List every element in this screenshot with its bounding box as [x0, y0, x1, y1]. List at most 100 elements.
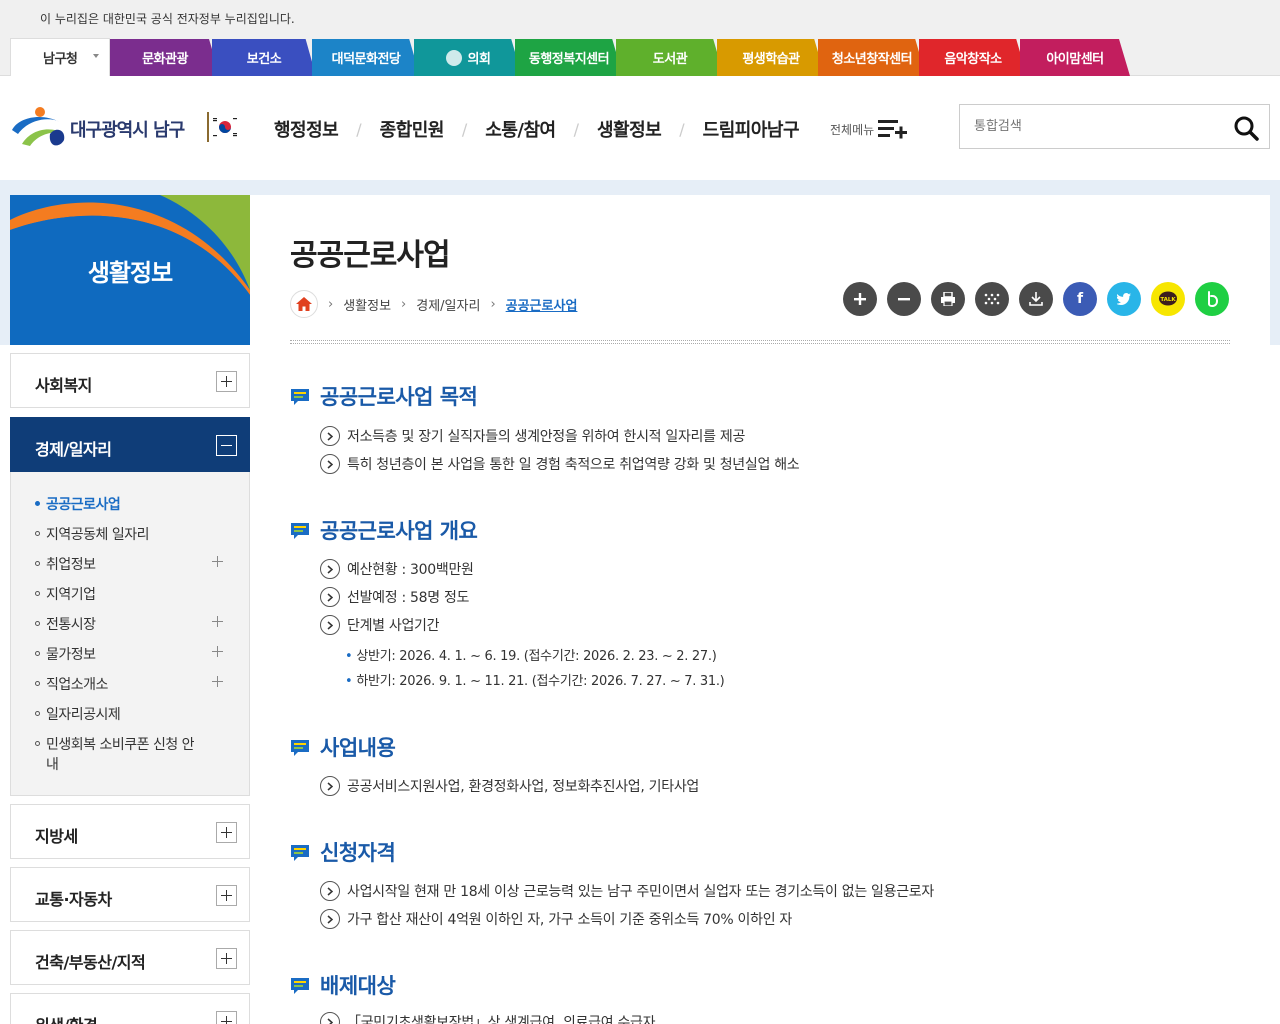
submenu-local-companies[interactable]: 지역기업: [35, 584, 96, 604]
chevron-right-icon: ›: [328, 296, 334, 312]
breadcrumb-item[interactable]: 생활정보: [343, 295, 391, 314]
logo-text: 대구광역시 남구: [70, 120, 185, 141]
chevron-right-circle-icon: [320, 776, 340, 796]
speech-bubble-icon: [290, 976, 312, 994]
submenu-consumption-coupon-wrap[interactable]: 내: [46, 754, 59, 774]
chevron-right-circle-icon: [320, 615, 340, 635]
breadcrumb-item[interactable]: 경제/일자리: [416, 295, 480, 314]
section-subline: • 상반기: 2026. 4. 1. ~ 6. 19. (접수기간: 2026. …: [345, 649, 717, 664]
logo-mark-icon: [12, 107, 65, 146]
section-line: 예산현황 : 300백만원: [320, 559, 474, 579]
submenu-community-jobs[interactable]: 지역공동체 일자리: [35, 524, 150, 544]
gnb-admin-info[interactable]: 행정정보: [274, 116, 339, 142]
section-heading: 공공근로사업 개요: [290, 515, 478, 545]
lnb-submenu: 공공근로사업 지역공동체 일자리 취업정보 지역기업 전통시장 물가정보 직업소…: [10, 472, 250, 796]
page-title: 공공근로사업: [290, 238, 451, 273]
gnb-dreampia[interactable]: 드림피아남구: [703, 116, 800, 142]
tab-lifelong-learning[interactable]: 평생학습관: [717, 39, 825, 76]
chevron-down-icon: [93, 54, 99, 58]
speech-bubble-icon: [290, 387, 312, 405]
lnb-building[interactable]: 건축/부동산/지적: [10, 930, 250, 985]
submenu-public-works[interactable]: 공공근로사업: [35, 494, 121, 514]
search-icon[interactable]: [1233, 115, 1259, 141]
tab-music-studio[interactable]: 음악창작소: [919, 39, 1027, 76]
lnb-hygiene[interactable]: 위생/환경: [10, 993, 250, 1024]
tab-library[interactable]: 도서관: [616, 39, 724, 76]
section-line: 「국민기초생활보장법」상 생계급여, 의료급여 수급자: [320, 1012, 655, 1024]
tab-imom-center[interactable]: 아이맘센터: [1020, 39, 1130, 76]
section-line: 특히 청년층이 본 사업을 통한 일 경험 축적으로 취업역량 강화 및 청년실…: [320, 454, 800, 474]
section-line: 저소득층 및 장기 실직자들의 생계안정을 위하여 한시적 일자리를 제공: [320, 426, 745, 446]
expand-icon[interactable]: [216, 371, 237, 392]
lnb-social-welfare[interactable]: 사회복지: [10, 353, 250, 408]
chevron-right-icon: ›: [401, 296, 407, 312]
site-tabbar: 남구청 문화관광 보건소 대덕문화전당 의회 동행정복지센터 도서관 평생학습관…: [0, 36, 1280, 76]
submenu-traditional-market[interactable]: 전통시장: [35, 614, 96, 634]
integrated-search: [959, 104, 1270, 149]
expand-icon[interactable]: [216, 822, 237, 843]
tab-community-center[interactable]: 동행정복지센터: [515, 39, 623, 76]
breadcrumb: › 생활정보 › 경제/일자리 › 공공근로사업: [290, 290, 577, 318]
chevron-right-circle-icon: [320, 881, 340, 901]
speech-bubble-icon: [290, 738, 312, 756]
twitter-icon[interactable]: [1107, 282, 1141, 316]
download-icon[interactable]: [1019, 282, 1053, 316]
section-line: 가구 합산 재산이 4억원 이하인 자, 가구 소득이 기준 중위소득 70% …: [320, 909, 792, 929]
gnb-life-info[interactable]: 생활정보: [597, 116, 662, 142]
submenu-job-disclosure[interactable]: 일자리공시제: [35, 704, 121, 724]
facebook-icon[interactable]: f: [1063, 282, 1097, 316]
band-icon[interactable]: [1195, 282, 1229, 316]
page-tools: f TALK: [843, 282, 1239, 316]
tab-youth-center[interactable]: 청소년창작센터: [818, 39, 926, 76]
tab-culture-tour[interactable]: 문화관광: [110, 39, 220, 76]
official-notice: 이 누리집은 대한민국 공식 전자정부 누리집입니다.: [0, 0, 1280, 36]
section-heading: 사업내용: [290, 732, 396, 762]
search-input[interactable]: [960, 105, 1220, 148]
zoom-out-icon[interactable]: [887, 282, 921, 316]
tab-namgu[interactable]: 남구청: [10, 38, 110, 76]
home-icon[interactable]: [290, 290, 318, 318]
expand-icon[interactable]: [216, 948, 237, 969]
qr-code-icon[interactable]: [975, 282, 1009, 316]
expand-icon[interactable]: [212, 676, 223, 687]
chevron-right-circle-icon: [320, 426, 340, 446]
chevron-right-icon: ›: [490, 296, 496, 312]
tab-health-center[interactable]: 보건소: [212, 39, 316, 76]
korea-flag-icon: [207, 112, 240, 142]
divider: [290, 340, 1230, 344]
expand-icon[interactable]: [216, 885, 237, 906]
gnb-civil-service[interactable]: 종합민원: [380, 116, 445, 142]
emblem-icon: [445, 49, 462, 66]
section-line: 공공서비스지원사업, 환경정화사업, 정보화추진사업, 기타사업: [320, 776, 699, 796]
site-logo[interactable]: 대구광역시 남구: [10, 104, 240, 150]
speech-bubble-icon: [290, 843, 312, 861]
submenu-job-info[interactable]: 취업정보: [35, 554, 96, 574]
submenu-price-info[interactable]: 물가정보: [35, 644, 96, 664]
all-menu-button[interactable]: 전체메뉴: [830, 118, 908, 140]
breadcrumb-current[interactable]: 공공근로사업: [506, 295, 578, 314]
gnb-communication[interactable]: 소통/참여: [485, 116, 556, 142]
expand-icon[interactable]: [212, 616, 223, 627]
zoom-in-icon[interactable]: [843, 282, 877, 316]
lnb-economy-jobs[interactable]: 경제/일자리: [10, 417, 250, 472]
menu-plus-icon: [878, 120, 908, 139]
lnb-traffic[interactable]: 교통·자동차: [10, 867, 250, 922]
expand-icon[interactable]: [216, 1011, 237, 1024]
lnb-title: 생활정보: [87, 259, 173, 287]
site-header: 대구광역시 남구 행정정보 / 종합민원 / 소통/참여 / 생활정보 / 드림…: [0, 76, 1280, 180]
expand-icon[interactable]: [212, 556, 223, 567]
tab-daedeok-culture[interactable]: 대덕문화전당: [312, 39, 420, 76]
lnb-local-tax[interactable]: 지방세: [10, 804, 250, 859]
section-line: 선발예정 : 58명 정도: [320, 587, 469, 607]
expand-icon[interactable]: [212, 646, 223, 657]
submenu-consumption-coupon[interactable]: 민생회복 소비쿠폰 신청 안: [35, 734, 195, 754]
collapse-icon[interactable]: [216, 435, 237, 456]
submenu-job-agency[interactable]: 직업소개소: [35, 674, 108, 694]
chevron-right-circle-icon: [320, 587, 340, 607]
svg-text:TALK: TALK: [1160, 297, 1176, 303]
section-heading: 배제대상: [290, 970, 396, 1000]
kakaotalk-icon[interactable]: TALK: [1151, 282, 1185, 316]
section-line: 사업시작일 현재 만 18세 이상 근로능력 있는 남구 주민이면서 실업자 또…: [320, 881, 934, 901]
print-icon[interactable]: [931, 282, 965, 316]
tab-council[interactable]: 의회: [414, 39, 522, 76]
